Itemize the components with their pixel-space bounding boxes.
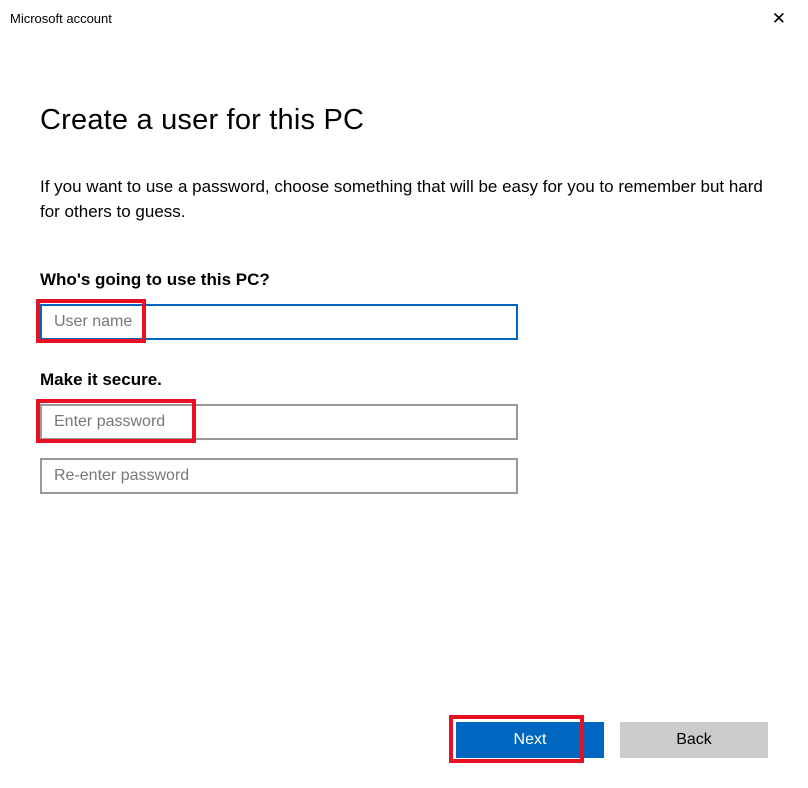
- password-input[interactable]: [40, 404, 518, 440]
- password-section-label: Make it secure.: [40, 370, 768, 390]
- next-button[interactable]: Next: [456, 722, 604, 758]
- password-input-wrapper: [40, 404, 768, 440]
- reenter-password-input[interactable]: [40, 458, 518, 494]
- page-heading: Create a user for this PC: [40, 104, 768, 137]
- reenter-password-input-wrapper: [40, 458, 768, 494]
- username-section-label: Who's going to use this PC?: [40, 270, 768, 290]
- next-button-wrapper: Next: [456, 722, 604, 758]
- footer-buttons: Next Back: [456, 722, 768, 758]
- titlebar: Microsoft account ✕: [0, 0, 808, 36]
- window-title: Microsoft account: [10, 11, 112, 26]
- username-input-wrapper: [40, 304, 768, 340]
- username-input[interactable]: [40, 304, 518, 340]
- close-icon[interactable]: ✕: [764, 6, 794, 31]
- page-description: If you want to use a password, choose so…: [40, 175, 768, 224]
- back-button[interactable]: Back: [620, 722, 768, 758]
- content-area: Create a user for this PC If you want to…: [0, 36, 808, 494]
